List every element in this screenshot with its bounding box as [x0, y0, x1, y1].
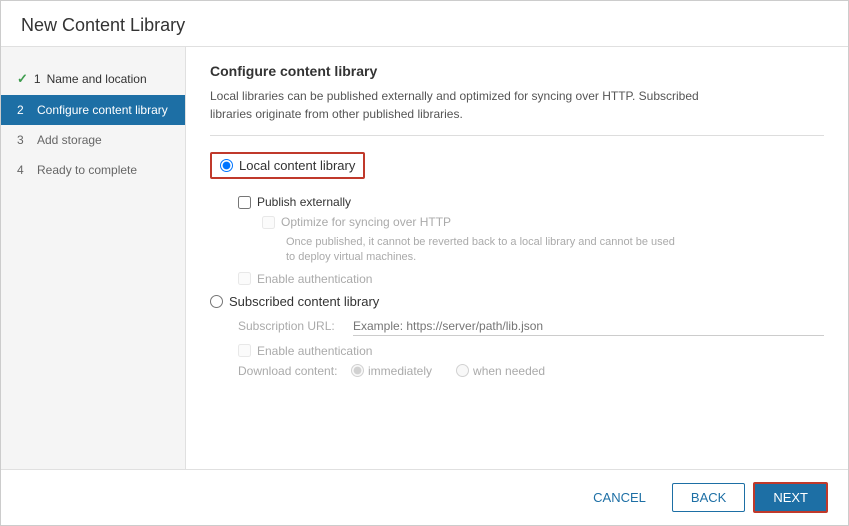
subscribed-sub-options: Enable authentication: [210, 344, 824, 358]
enable-auth-sub-option: Enable authentication: [238, 344, 824, 358]
subscribed-section: Subscribed content library Subscription …: [210, 294, 824, 378]
subscribed-library-radio[interactable]: [210, 295, 223, 308]
download-when-needed-label: when needed: [473, 364, 545, 378]
optimize-note-line1: Once published, it cannot be reverted ba…: [286, 236, 675, 248]
sidebar-step3-label: Add storage: [37, 133, 102, 147]
enable-auth-sub-checkbox[interactable]: [238, 344, 251, 357]
sidebar-item-step3[interactable]: 3 Add storage: [1, 125, 185, 155]
dialog-footer: CANCEL BACK NEXT: [1, 469, 848, 525]
download-immediately-option: immediately: [351, 364, 432, 378]
sidebar-step1-label: Name and location: [47, 72, 147, 86]
optimize-note-line2: to deploy virtual machines.: [286, 251, 416, 263]
desc-line2: libraries originate from other published…: [210, 107, 463, 121]
download-content-row: Download content: immediately when neede…: [210, 364, 824, 378]
main-content: Configure content library Local librarie…: [186, 47, 848, 469]
sidebar-step2-label: Configure content library: [37, 103, 168, 117]
sidebar-item-step1[interactable]: ✓ 1 Name and location: [1, 63, 185, 95]
local-library-radio[interactable]: [220, 159, 233, 172]
publish-externally-option: Publish externally: [238, 195, 824, 209]
local-library-label: Local content library: [239, 158, 355, 173]
optimize-http-label: Optimize for syncing over HTTP: [281, 215, 451, 229]
local-sub-options: Publish externally Optimize for syncing …: [210, 195, 824, 286]
optimize-http-option: Optimize for syncing over HTTP: [262, 215, 824, 229]
sidebar-step3-number: 3: [17, 133, 31, 147]
download-immediately-label: immediately: [368, 364, 432, 378]
sidebar-step1-number: 1: [34, 72, 41, 86]
subscription-url-row: Subscription URL:: [210, 317, 824, 336]
checkmark-icon: ✓: [17, 71, 28, 87]
local-library-highlight: Local content library: [210, 152, 365, 179]
dialog-body: ✓ 1 Name and location 2 Configure conten…: [1, 47, 848, 469]
sidebar-step2-number: 2: [17, 103, 31, 117]
enable-auth-local-label: Enable authentication: [257, 272, 372, 286]
optimize-http-checkbox[interactable]: [262, 216, 275, 229]
enable-auth-local-checkbox[interactable]: [238, 272, 251, 285]
optimize-note: Once published, it cannot be reverted ba…: [262, 235, 824, 266]
download-when-needed-option: when needed: [456, 364, 545, 378]
sidebar: ✓ 1 Name and location 2 Configure conten…: [1, 47, 186, 469]
download-immediately-radio[interactable]: [351, 364, 364, 377]
back-button[interactable]: BACK: [672, 483, 745, 512]
desc-line1: Local libraries can be published externa…: [210, 89, 699, 103]
download-when-needed-radio[interactable]: [456, 364, 469, 377]
sidebar-step4-label: Ready to complete: [37, 163, 137, 177]
subscription-url-input[interactable]: [353, 317, 824, 336]
publish-externally-checkbox[interactable]: [238, 196, 251, 209]
dialog-title: New Content Library: [1, 1, 848, 47]
local-library-option-container: Local content library: [210, 152, 824, 187]
subscribed-library-label: Subscribed content library: [229, 294, 379, 309]
section-divider: [210, 135, 824, 136]
sidebar-item-step4[interactable]: 4 Ready to complete: [1, 155, 185, 185]
subscription-url-label: Subscription URL:: [238, 319, 343, 333]
enable-auth-sub-label: Enable authentication: [257, 344, 372, 358]
enable-auth-local-option: Enable authentication: [238, 272, 824, 286]
optimize-sub-options: Optimize for syncing over HTTP Once publ…: [238, 215, 824, 266]
sidebar-step4-number: 4: [17, 163, 31, 177]
publish-externally-label: Publish externally: [257, 195, 351, 209]
download-content-label: Download content:: [238, 364, 343, 378]
section-description: Local libraries can be published externa…: [210, 87, 824, 123]
subscribed-library-option: Subscribed content library: [210, 294, 824, 309]
sidebar-item-step2[interactable]: 2 Configure content library: [1, 95, 185, 125]
section-title: Configure content library: [210, 63, 824, 79]
options-area: Local content library Publish externally: [210, 152, 824, 378]
new-content-library-dialog: New Content Library ✓ 1 Name and locatio…: [0, 0, 849, 526]
cancel-button[interactable]: CANCEL: [575, 484, 664, 511]
next-button[interactable]: NEXT: [753, 482, 828, 513]
